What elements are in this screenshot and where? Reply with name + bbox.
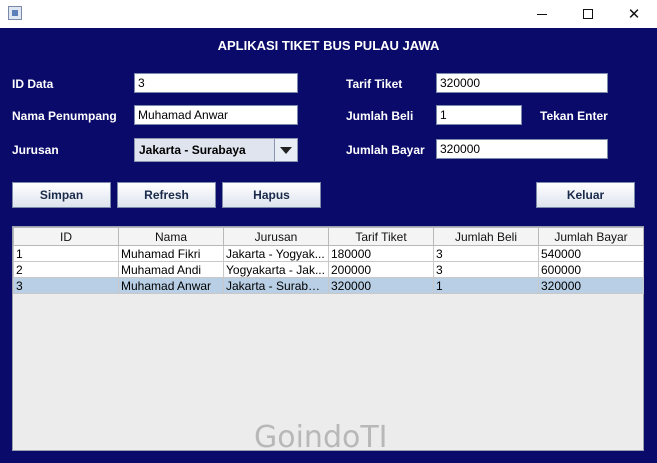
refresh-button[interactable]: Refresh xyxy=(117,182,216,208)
table-cell[interactable]: 2 xyxy=(13,261,119,278)
table-row[interactable]: 1 Muhamad Fikri Jakarta - Yogyak... 1800… xyxy=(13,245,644,262)
column-header-nama[interactable]: Nama xyxy=(118,227,224,246)
app-title: APLIKASI TIKET BUS PULAU JAWA xyxy=(217,38,440,53)
simpan-button[interactable]: Simpan xyxy=(12,182,111,208)
nama-penumpang-field[interactable] xyxy=(134,105,298,125)
jumlah-bayar-label: Jumlah Bayar xyxy=(346,143,425,157)
table-cell[interactable]: 320000 xyxy=(328,277,434,294)
table-cell[interactable]: 180000 xyxy=(328,245,434,262)
minimize-icon xyxy=(537,13,547,15)
table-cell[interactable]: 1 xyxy=(433,277,539,294)
column-header-jumlah-bayar[interactable]: Jumlah Bayar xyxy=(538,227,644,246)
minimize-button[interactable] xyxy=(519,0,565,28)
jurusan-selected-value: Jakarta - Surabaya xyxy=(139,143,246,157)
jumlah-beli-field[interactable] xyxy=(436,105,522,125)
column-header-jumlah-beli[interactable]: Jumlah Beli xyxy=(433,227,539,246)
table-cell[interactable]: 3 xyxy=(13,277,119,294)
tarif-tiket-label: Tarif Tiket xyxy=(346,77,403,91)
hapus-button[interactable]: Hapus xyxy=(222,182,321,208)
table-cell[interactable]: Muhamad Fikri xyxy=(118,245,224,262)
table-row[interactable]: 2 Muhamad Andi Yogyakarta - Jak... 20000… xyxy=(13,261,644,278)
close-button[interactable]: ✕ xyxy=(611,0,657,28)
table-cell[interactable]: 3 xyxy=(433,261,539,278)
tekan-enter-hint: Tekan Enter xyxy=(540,109,608,123)
data-table: ID Nama Jurusan Tarif Tiket Jumlah Beli … xyxy=(13,227,644,294)
title-bar: ✕ xyxy=(0,0,657,28)
table-cell[interactable]: Jakarta - Surabaya xyxy=(223,277,329,294)
jurusan-select[interactable]: Jakarta - Surabaya xyxy=(134,138,298,162)
tarif-tiket-field[interactable] xyxy=(436,73,608,93)
keluar-button[interactable]: Keluar xyxy=(536,182,635,208)
chevron-down-icon[interactable] xyxy=(274,139,297,161)
table-cell[interactable]: 1 xyxy=(13,245,119,262)
nama-penumpang-label: Nama Penumpang xyxy=(12,109,117,123)
maximize-button[interactable] xyxy=(565,0,611,28)
id-data-field[interactable] xyxy=(134,73,298,93)
table-cell[interactable]: Yogyakarta - Jak... xyxy=(223,261,329,278)
main-panel: APLIKASI TIKET BUS PULAU JAWA ID Data Na… xyxy=(0,28,657,463)
data-table-area[interactable]: ID Nama Jurusan Tarif Tiket Jumlah Beli … xyxy=(12,226,644,451)
watermark: GoindoTI xyxy=(254,420,388,455)
table-cell[interactable]: Jakarta - Yogyak... xyxy=(223,245,329,262)
table-cell[interactable]: 600000 xyxy=(538,261,644,278)
id-data-label: ID Data xyxy=(12,77,54,91)
table-row-selected[interactable]: 3 Muhamad Anwar Jakarta - Surabaya 32000… xyxy=(13,277,644,294)
jumlah-bayar-field[interactable] xyxy=(436,139,608,159)
app-icon xyxy=(8,6,22,20)
table-header-row: ID Nama Jurusan Tarif Tiket Jumlah Beli … xyxy=(13,227,644,246)
table-cell[interactable]: Muhamad Andi xyxy=(118,261,224,278)
close-icon: ✕ xyxy=(627,5,641,23)
table-cell[interactable]: 540000 xyxy=(538,245,644,262)
jurusan-label: Jurusan xyxy=(12,143,59,157)
table-cell[interactable]: Muhamad Anwar xyxy=(118,277,224,294)
jumlah-beli-label: Jumlah Beli xyxy=(346,109,414,123)
column-header-tarif-tiket[interactable]: Tarif Tiket xyxy=(328,227,434,246)
table-cell[interactable]: 3 xyxy=(433,245,539,262)
table-cell[interactable]: 200000 xyxy=(328,261,434,278)
maximize-icon xyxy=(583,9,593,19)
column-header-id[interactable]: ID xyxy=(13,227,119,246)
table-cell[interactable]: 320000 xyxy=(538,277,644,294)
column-header-jurusan[interactable]: Jurusan xyxy=(223,227,329,246)
